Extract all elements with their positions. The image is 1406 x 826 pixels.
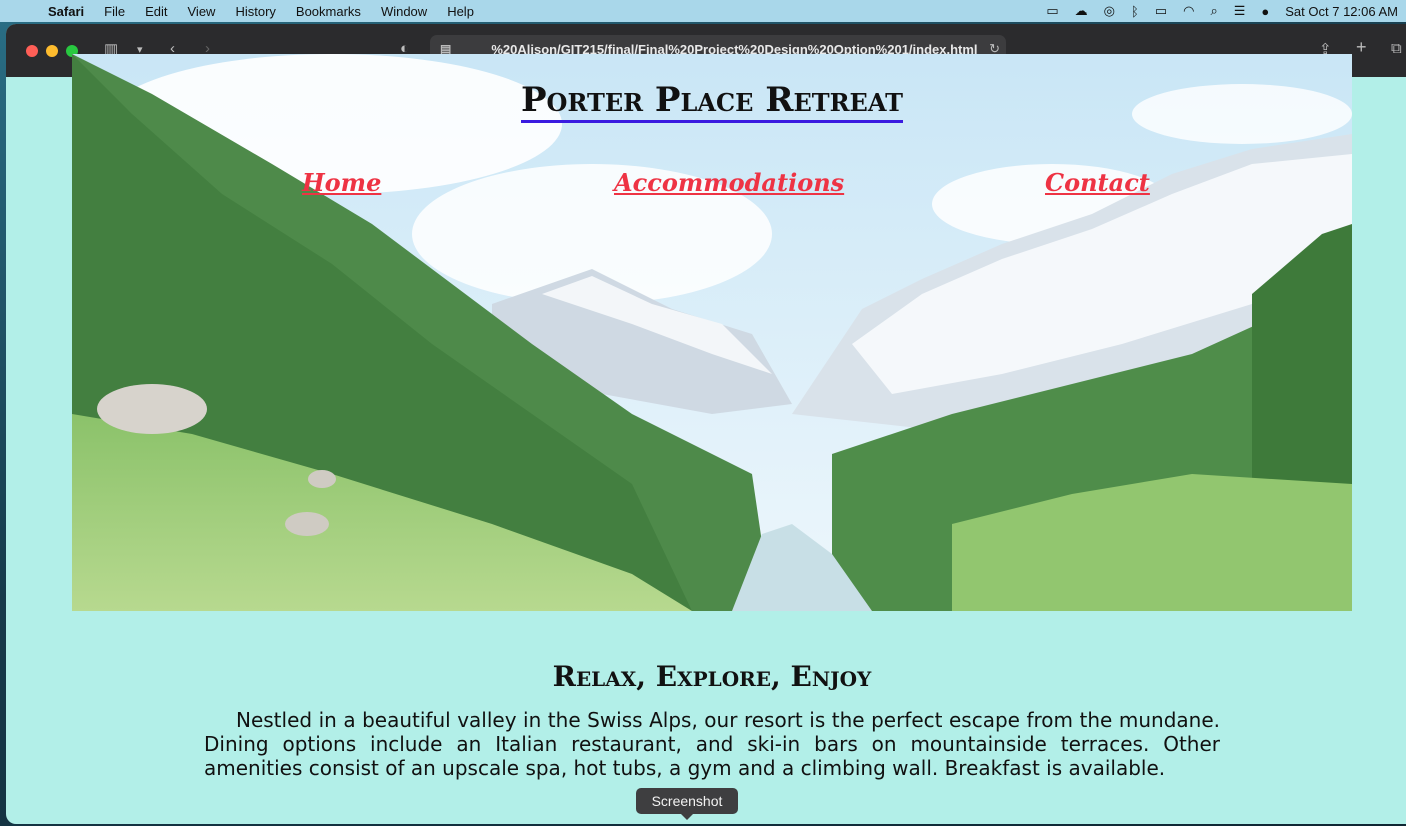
screen-mirror-icon[interactable]: ▭ xyxy=(1046,3,1058,19)
creative-cloud-icon[interactable]: ☁ xyxy=(1075,3,1088,19)
screenshot-tooltip: Screenshot xyxy=(636,788,738,820)
menu-app-name[interactable]: Safari xyxy=(38,4,94,19)
battery-icon[interactable]: ▭ xyxy=(1155,3,1167,19)
mountain-valley-image xyxy=(72,54,1352,611)
menu-window[interactable]: Window xyxy=(371,4,437,19)
airdrop-icon[interactable]: ◎ xyxy=(1104,3,1115,19)
close-window-icon[interactable] xyxy=(26,44,38,57)
menu-bar: Safari File Edit View History Bookmarks … xyxy=(0,0,1406,22)
control-center-icon[interactable]: ☰ xyxy=(1234,3,1246,19)
tab-overview-icon[interactable]: ⧉ xyxy=(1391,40,1402,57)
menu-edit[interactable]: Edit xyxy=(135,4,177,19)
new-tab-icon[interactable]: + xyxy=(1356,37,1367,58)
menu-file[interactable]: File xyxy=(94,4,135,19)
nav-accommodations-link[interactable]: Accommodations xyxy=(614,168,844,197)
siri-icon[interactable]: ● xyxy=(1261,4,1269,19)
nav-home-link[interactable]: Home xyxy=(302,168,381,197)
nav-contact-link[interactable]: Contact xyxy=(1045,168,1150,197)
menu-help[interactable]: Help xyxy=(437,4,484,19)
minimize-window-icon[interactable] xyxy=(46,44,58,57)
status-area: ▭ ☁ ◎ ᛒ ▭ ◠ ⌕ ☰ ● Sat Oct 7 12:06 AM xyxy=(1046,3,1406,19)
bluetooth-icon[interactable]: ᛒ xyxy=(1131,4,1139,19)
menu-history[interactable]: History xyxy=(225,4,285,19)
wifi-icon[interactable]: ◠ xyxy=(1183,3,1194,19)
search-icon[interactable]: ⌕ xyxy=(1210,3,1217,19)
menu-view[interactable]: View xyxy=(178,4,226,19)
window-controls xyxy=(26,44,78,57)
intro-paragraph: Nestled in a beautiful valley in the Swi… xyxy=(204,708,1220,780)
site-title: Porter Place Retreat xyxy=(72,80,1352,123)
section-heading: Relax, Explore, Enjoy xyxy=(552,660,872,693)
menu-clock[interactable]: Sat Oct 7 12:06 AM xyxy=(1285,4,1398,19)
menu-bookmarks[interactable]: Bookmarks xyxy=(286,4,371,19)
hero-banner: Porter Place Retreat Home Accommodations… xyxy=(72,54,1352,611)
site-title-text[interactable]: Porter Place Retreat xyxy=(520,80,904,123)
